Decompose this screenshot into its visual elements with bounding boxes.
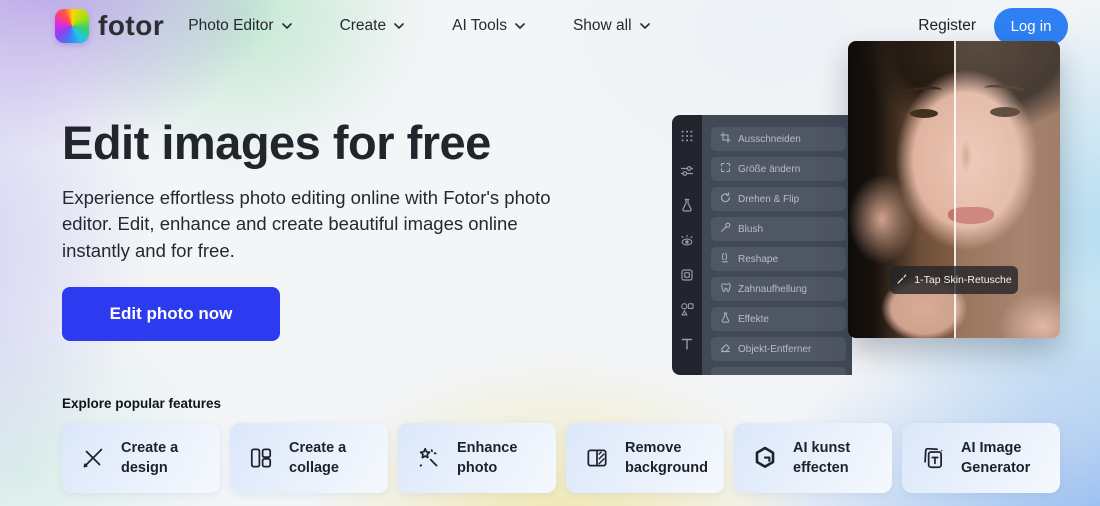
menu-item-reshape: Reshape: [711, 247, 846, 271]
feature-cards-row: Create a design Create a collage Enhance…: [62, 423, 1060, 493]
ai-art-effects-card[interactable]: AI kunst effecten: [734, 423, 892, 493]
register-link[interactable]: Register: [918, 17, 976, 35]
remove-background-card[interactable]: Remove background: [566, 423, 724, 493]
tooth-icon: [720, 282, 731, 296]
feature-card-label: Create a collage: [289, 439, 347, 476]
menu-item-label: Drehen & Flip: [738, 193, 800, 205]
menu-item-label: Objekt-Entferner: [738, 343, 812, 355]
hero-section: Edit images for free Experience effortle…: [62, 116, 582, 341]
fotor-logo-icon: [55, 9, 89, 43]
elements-shapes-icon: [680, 302, 694, 316]
frame-icon: [680, 268, 694, 282]
resize-icon: [720, 162, 731, 176]
create-a-design-card[interactable]: Create a design: [62, 423, 220, 493]
fotor-landing-page: { "brand": { "name": "fotor" }, "nav": {…: [0, 0, 1100, 506]
menu-item-partial: [711, 367, 846, 375]
before-after-portrait-image: 1-Tap Skin-Retusche: [848, 41, 1060, 338]
flask-icon: [680, 198, 694, 212]
menu-item-label: Effekte: [738, 313, 769, 325]
menu-item-teeth-whitening: Zahnaufhellung: [711, 277, 846, 301]
eraser-icon: [720, 342, 731, 356]
menu-item-label: Reshape: [738, 253, 779, 265]
feature-card-label: Enhance photo: [457, 439, 518, 476]
menu-item-label: Ausschneiden: [738, 133, 801, 145]
menu-item-label: Zahnaufhellung: [738, 283, 807, 295]
nav-item-create[interactable]: Create: [340, 17, 405, 35]
collage-layout-icon: [248, 445, 274, 471]
menu-item-rotate-flip: Drehen & Flip: [711, 187, 846, 211]
page-title: Edit images for free: [62, 116, 491, 169]
fotor-wordmark: fotor: [98, 10, 165, 41]
text-tool-icon: [680, 337, 694, 351]
crop-icon: [720, 132, 731, 146]
feature-card-label: AI Image Generator: [961, 439, 1031, 476]
beauty-eye-icon: [680, 233, 694, 247]
nav-item-ai-tools[interactable]: AI Tools: [452, 17, 525, 35]
effects-flask-icon: [720, 312, 731, 326]
header-actions: Register Log in: [918, 7, 1068, 45]
remove-background-icon: [584, 445, 610, 471]
create-a-collage-card[interactable]: Create a collage: [230, 423, 388, 493]
fotor-logo[interactable]: fotor: [55, 9, 164, 43]
menu-item-label: Blush: [738, 223, 764, 235]
chevron-down-icon: [281, 23, 292, 29]
feature-card-label: AI kunst effecten: [793, 439, 851, 476]
nav-label: Photo Editor: [188, 17, 274, 34]
apps-grid-icon: [680, 129, 694, 143]
menu-item-effects: Effekte: [711, 307, 846, 331]
adjust-sliders-icon: [680, 164, 694, 178]
editor-mockup-illustration: Ausschneiden Größe ändern Drehen & Flip …: [672, 41, 1060, 375]
popular-features-section: Explore popular features Create a design…: [62, 396, 1060, 493]
design-pencils-icon: [80, 445, 106, 471]
ai-image-cards-icon: [920, 445, 946, 471]
chevron-down-icon: [515, 23, 525, 29]
editor-toolbar-rail: [672, 115, 702, 375]
left-eye: [910, 109, 938, 118]
magic-wand-icon: [896, 273, 908, 288]
menu-item-label: Größe ändern: [738, 163, 801, 175]
menu-item-resize: Größe ändern: [711, 157, 846, 181]
nav-label: AI Tools: [452, 17, 507, 34]
feature-card-label: Remove background: [625, 439, 708, 476]
menu-item-blush: Blush: [711, 217, 846, 241]
ai-image-generator-card[interactable]: AI Image Generator: [902, 423, 1060, 493]
nav-item-photo-editor[interactable]: Photo Editor: [188, 17, 292, 35]
chevron-down-icon: [394, 23, 404, 29]
goart-hexagon-icon: [752, 445, 778, 471]
editor-menu-panel: Ausschneiden Größe ändern Drehen & Flip …: [702, 115, 852, 375]
chevron-down-icon: [639, 23, 650, 29]
menu-item-crop: Ausschneiden: [711, 127, 846, 151]
features-heading: Explore popular features: [62, 396, 222, 411]
skin-retouch-badge-label: 1-Tap Skin-Retusche: [914, 274, 1012, 286]
enhance-photo-card[interactable]: Enhance photo: [398, 423, 556, 493]
enhance-wand-star-icon: [416, 445, 442, 471]
main-nav: Photo Editor Create AI Tools Show all: [188, 17, 650, 35]
left-eyebrow: [903, 85, 943, 99]
rotate-icon: [720, 192, 731, 206]
edit-photo-now-button[interactable]: Edit photo now: [62, 286, 280, 341]
blush-brush-icon: [720, 222, 731, 236]
nav-label: Create: [339, 17, 387, 34]
feature-card-label: Create a design: [121, 439, 179, 476]
menu-item-object-remover: Objekt-Entferner: [711, 337, 846, 361]
nav-label: Show all: [572, 17, 632, 34]
nav-item-show-all[interactable]: Show all: [573, 17, 650, 35]
reshape-pinch-icon: [720, 252, 731, 266]
hero-description: Experience effortless photo editing onli…: [62, 187, 551, 261]
login-button[interactable]: Log in: [994, 7, 1068, 45]
skin-retouch-badge: 1-Tap Skin-Retusche: [890, 266, 1018, 294]
